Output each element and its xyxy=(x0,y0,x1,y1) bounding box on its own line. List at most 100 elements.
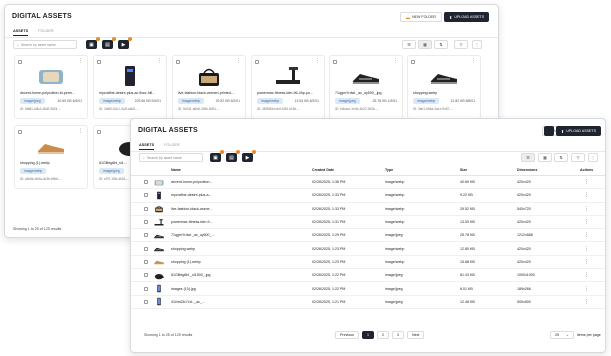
tab-folder[interactable]: FOLDER xyxy=(164,143,179,150)
asset-card[interactable]: ⋮ shopping (1).webp image/webp ID: a5c8b-4b… xyxy=(14,125,88,189)
more-icon[interactable]: ⋮ xyxy=(315,59,320,64)
more-icon[interactable]: ⋮ xyxy=(580,299,589,305)
tab-assets[interactable]: ASSETS xyxy=(13,29,29,36)
more-icon[interactable]: ⋮ xyxy=(580,272,589,278)
row-checkbox[interactable] xyxy=(144,206,148,211)
list-view-button[interactable]: ☰ xyxy=(521,153,535,162)
table-row[interactable]: 61GBrtg6hl._sl1500_.jpg 02/26/2025, 1:22 … xyxy=(131,268,605,283)
asset-card[interactable]: ⋮ decent-home-polycotton-bl-perm... image/… xyxy=(14,55,88,119)
new-folder-button[interactable]: ▬ NEW FOLDER xyxy=(400,12,442,22)
asset-checkbox[interactable] xyxy=(333,60,337,64)
asset-checkbox[interactable] xyxy=(176,60,180,64)
row-checkbox[interactable] xyxy=(144,273,148,278)
more-icon[interactable]: ⋮ xyxy=(580,286,589,292)
next-page-button[interactable]: Next xyxy=(406,331,425,339)
asset-name[interactable]: shopping.webp xyxy=(171,241,312,256)
column-created-date[interactable]: Created Date xyxy=(312,165,385,176)
more-icon[interactable]: ⋮ xyxy=(580,246,589,252)
sort-button[interactable]: ⇅ xyxy=(434,40,448,49)
row-checkbox[interactable] xyxy=(144,233,148,238)
video-filter-button[interactable]: ▶ xyxy=(242,150,256,162)
asset-name[interactable]: images (10).jpg xyxy=(171,281,312,296)
image-filter-button[interactable]: ▣ xyxy=(210,150,224,162)
upload-assets-button[interactable]: ⬆ UPLOAD ASSETS xyxy=(444,12,490,22)
asset-name[interactable]: live-fashion-black-wome... xyxy=(171,202,312,216)
column-size[interactable]: Size xyxy=(460,165,517,176)
document-filter-button[interactable]: ▤ xyxy=(102,37,116,49)
more-icon[interactable]: ⋮ xyxy=(580,206,589,212)
more-icon[interactable]: ⋮ xyxy=(157,59,162,64)
asset-card[interactable]: ⋮ live-fashion-black-women-printed-... ima… xyxy=(172,55,246,119)
column-dimensions[interactable]: Dimensions xyxy=(517,165,580,176)
asset-dimensions: 1212x588 xyxy=(517,228,580,243)
more-icon[interactable]: ⋮ xyxy=(78,59,83,64)
table-row[interactable]: shopping.webp 02/26/2025, 1:23 PM image/we… xyxy=(131,241,605,256)
tab-assets[interactable]: ASSETS xyxy=(139,143,155,150)
row-checkbox[interactable] xyxy=(144,193,148,198)
asset-checkbox[interactable] xyxy=(97,60,101,64)
sort-button[interactable]: ⇅ xyxy=(554,153,568,162)
table-row[interactable]: 41l4mZb1YzL._ac_... 02/26/2025, 1:21 PM im… xyxy=(131,295,605,309)
upload-assets-button[interactable]: ⬆ UPLOAD ASSETS xyxy=(555,126,601,136)
row-checkbox[interactable] xyxy=(144,286,148,291)
asset-checkbox[interactable] xyxy=(97,130,101,134)
asset-checkbox[interactable] xyxy=(255,60,259,64)
row-checkbox[interactable] xyxy=(144,259,148,264)
asset-checkbox[interactable] xyxy=(18,130,22,134)
grid-view-button[interactable]: ▦ xyxy=(538,153,552,162)
asset-card[interactable]: ⋮ shopping.webp image/webp 12.82 KB 8/8/01 I… xyxy=(407,55,481,119)
asset-name[interactable]: decent-home-polycotton... xyxy=(171,175,312,190)
table-row[interactable]: powermax-fitness-tdm-9... 02/26/2025, 1:3… xyxy=(131,215,605,230)
asset-name[interactable]: mycrafine-desire-plus-a... xyxy=(171,188,312,203)
more-icon[interactable]: ⋮ xyxy=(393,59,398,64)
row-checkbox[interactable] xyxy=(144,180,148,185)
image-filter-button[interactable]: ▣ xyxy=(86,37,100,49)
more-icon[interactable]: ⋮ xyxy=(580,232,589,238)
page-button-3[interactable]: 3 xyxy=(391,331,404,339)
filter-button[interactable]: ▽ xyxy=(454,40,468,49)
table-row[interactable]: 71qgmYrdwl._ac_uy500_... 02/26/2025, 1:29… xyxy=(131,228,605,243)
more-icon[interactable]: ⋮ xyxy=(78,129,83,134)
table-row[interactable]: mycrafine-desire-plus-a... 02/26/2025, 1:… xyxy=(131,188,605,203)
more-icon[interactable]: ⋮ xyxy=(471,59,476,64)
more-icon[interactable]: ⋮ xyxy=(580,192,589,198)
table-row[interactable]: decent-home-polycotton... 02/26/2025, 1:3… xyxy=(131,175,605,190)
more-options-button[interactable]: ⋮ xyxy=(588,153,598,162)
asset-card[interactable]: ⋮ mycrafine-desire-plus-ac-flour-hill... i… xyxy=(93,55,167,119)
asset-card[interactable]: ⋮ 71qgmYrdwI._ac_uy500_.jpg image/jpeg 25.7… xyxy=(329,55,403,119)
page-button-2[interactable]: 2 xyxy=(376,331,389,339)
search-input[interactable]: ⌕ Search by asset name xyxy=(139,153,203,162)
asset-thumbnail xyxy=(153,178,165,187)
tab-folder[interactable]: FOLDER xyxy=(38,29,53,36)
row-checkbox[interactable] xyxy=(144,220,148,225)
more-icon[interactable]: ⋮ xyxy=(580,259,589,265)
more-icon[interactable]: ⋮ xyxy=(580,179,589,185)
more-options-button[interactable]: ⋮ xyxy=(472,40,482,49)
asset-card[interactable]: ⋮ powermax-fitness-tdm-96-4hp-po... image/… xyxy=(251,55,325,119)
table-row[interactable]: images (10).jpg 02/26/2025, 1:22 PM image/… xyxy=(131,281,605,296)
row-checkbox[interactable] xyxy=(144,246,148,251)
column-type[interactable]: Type xyxy=(385,165,460,176)
items-per-page-select[interactable]: 25 ⌄ xyxy=(550,331,574,339)
asset-name[interactable]: powermax-fitness-tdm-9... xyxy=(171,215,312,230)
page-button-1[interactable]: 1 xyxy=(361,331,374,339)
video-filter-button[interactable]: ▶ xyxy=(118,37,132,49)
asset-name[interactable]: 41l4mZb1YzL._ac_... xyxy=(171,295,312,309)
table-row[interactable]: shopping (1).webp 02/26/2025, 1:23 PM imag… xyxy=(131,255,605,270)
grid-view-button[interactable]: ▦ xyxy=(418,40,432,49)
column-name[interactable]: Name xyxy=(171,165,312,176)
list-view-button[interactable]: ☰ xyxy=(402,40,416,49)
document-filter-button[interactable]: ▤ xyxy=(226,150,240,162)
asset-name[interactable]: 71qgmYrdwl._ac_uy500_... xyxy=(171,228,312,243)
row-checkbox[interactable] xyxy=(144,299,148,304)
asset-checkbox[interactable] xyxy=(18,60,22,64)
filter-button[interactable]: ▽ xyxy=(571,153,585,162)
more-icon[interactable]: ⋮ xyxy=(580,219,589,225)
asset-name[interactable]: shopping (1).webp xyxy=(171,255,312,270)
search-input[interactable]: ⌕ Search by asset name xyxy=(13,40,77,49)
asset-checkbox[interactable] xyxy=(411,60,415,64)
asset-name[interactable]: 61GBrtg6hl._sl1500_.jpg xyxy=(171,268,312,283)
previous-page-button[interactable]: Previous xyxy=(335,331,359,339)
more-icon[interactable]: ⋮ xyxy=(236,59,241,64)
table-row[interactable]: live-fashion-black-wome... 02/26/2025, 1:… xyxy=(131,202,605,216)
